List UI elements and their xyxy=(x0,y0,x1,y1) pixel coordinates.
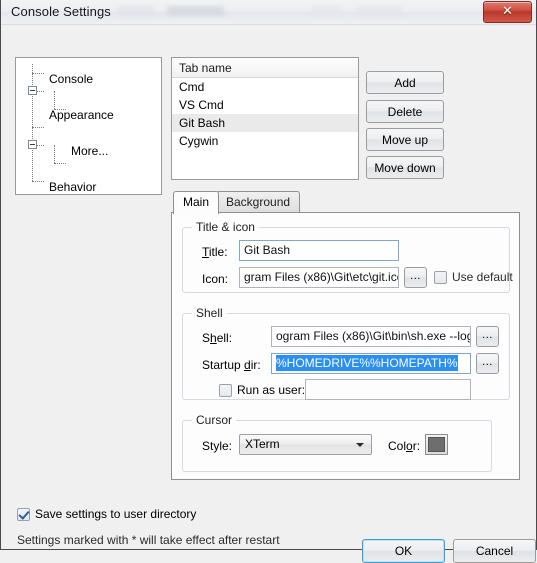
shell-group: Shell Shell: ogram Files (x86)\Git\bin\s… xyxy=(182,306,510,400)
cursor-color-fill xyxy=(428,437,445,452)
move-down-button[interactable]: Move down xyxy=(366,156,444,179)
icon-field-label: Icon: xyxy=(202,272,229,286)
shell-browse-button[interactable]: ... xyxy=(476,326,499,347)
close-button[interactable]: ✕ xyxy=(483,1,532,23)
cursor-color-swatch[interactable] xyxy=(425,434,448,455)
startup-dir-selected-text: %HOMEDRIVE%%HOMEPATH% xyxy=(276,355,458,371)
save-settings-checkbox-box[interactable] xyxy=(17,507,30,521)
delete-button[interactable]: Delete xyxy=(366,100,444,123)
cursor-style-value: XTerm xyxy=(245,437,280,451)
save-settings-label: Save settings to user directory xyxy=(35,507,197,521)
cursor-style-label: Style: xyxy=(202,439,233,453)
icon-browse-button[interactable]: ... xyxy=(404,267,427,288)
icon-input[interactable]: gram Files (x86)\Git\etc\git.ico xyxy=(239,267,399,288)
table-row[interactable]: Cmd xyxy=(172,78,358,96)
tab-name-listview[interactable]: Tab name Cmd VS Cmd Git Bash Cygwin xyxy=(171,57,359,180)
run-as-user-label: Run as user: xyxy=(237,383,306,397)
tab-name-rows: Cmd VS Cmd Git Bash Cygwin xyxy=(172,78,358,150)
cursor-group: Cursor Style: XTerm Color: xyxy=(182,413,492,472)
titlebar-ghost-artifact xyxy=(118,6,154,16)
table-row[interactable]: VS Cmd xyxy=(172,96,358,114)
restart-note: Settings marked with * will take effect … xyxy=(17,533,280,547)
use-default-label: Use default xyxy=(452,270,513,284)
settings-tree: ConsoleAppearanceMore...BehaviorHotkeysM… xyxy=(16,58,161,194)
startup-dir-browse-button[interactable]: ... xyxy=(476,353,499,374)
use-default-checkbox[interactable]: Use default xyxy=(434,270,513,284)
cursor-group-caption: Cursor xyxy=(192,413,237,427)
console-settings-window: Console Settings ✕ Console Appearance More… xyxy=(0,0,537,563)
tab-background[interactable]: Background xyxy=(216,191,301,212)
title-input[interactable]: Git Bash xyxy=(239,240,399,261)
title-icon-group: Title & icon Title: Git Bash Icon: gram … xyxy=(182,220,513,293)
run-as-user-input[interactable] xyxy=(305,379,471,400)
titlebar-ghost-artifact xyxy=(167,6,224,16)
run-as-user-checkbox-box[interactable] xyxy=(219,383,232,397)
table-row[interactable]: Cygwin xyxy=(172,132,358,150)
cancel-button[interactable]: Cancel xyxy=(453,539,536,563)
dialog-body: ConsoleAppearanceMore...BehaviorHotkeysM… xyxy=(1,25,536,563)
ok-button[interactable]: OK xyxy=(362,539,445,563)
table-row[interactable]: Git Bash xyxy=(172,114,358,132)
title-icon-group-caption: Title & icon xyxy=(192,220,259,234)
shell-field-label: Shell: xyxy=(202,331,233,345)
save-settings-checkbox[interactable]: Save settings to user directory xyxy=(17,507,196,521)
title-bar: Console Settings ✕ xyxy=(1,0,536,25)
close-icon: ✕ xyxy=(502,3,513,18)
use-default-checkbox-box[interactable] xyxy=(434,270,447,284)
cursor-color-label: Color: xyxy=(388,439,421,453)
startup-dir-label: Startup dir: xyxy=(202,358,261,372)
shell-group-caption: Shell xyxy=(192,306,227,320)
move-up-button[interactable]: Move up xyxy=(366,128,444,151)
add-button[interactable]: Add xyxy=(366,71,444,94)
main-tab-panel: Title & icon Title: Git Bash Icon: gram … xyxy=(171,212,520,480)
chevron-down-icon xyxy=(356,443,364,447)
title-field-label: Title: xyxy=(202,245,228,259)
window-title: Console Settings xyxy=(11,4,111,19)
startup-dir-input[interactable]: %HOMEDRIVE%%HOMEPATH% xyxy=(271,353,471,374)
shell-input[interactable]: ogram Files (x86)\Git\bin\sh.exe --login… xyxy=(271,326,471,347)
settings-tree-panel[interactable]: ConsoleAppearanceMore...BehaviorHotkeysM… xyxy=(15,57,162,195)
titlebar-ghost-artifact xyxy=(357,6,402,16)
titlebar-ghost-artifact xyxy=(311,6,341,16)
tab-name-column-header[interactable]: Tab name xyxy=(172,58,358,78)
tab-main[interactable]: Main xyxy=(173,191,220,214)
cursor-style-select[interactable]: XTerm xyxy=(239,434,372,455)
run-as-user-checkbox[interactable]: Run as user: xyxy=(219,383,305,397)
